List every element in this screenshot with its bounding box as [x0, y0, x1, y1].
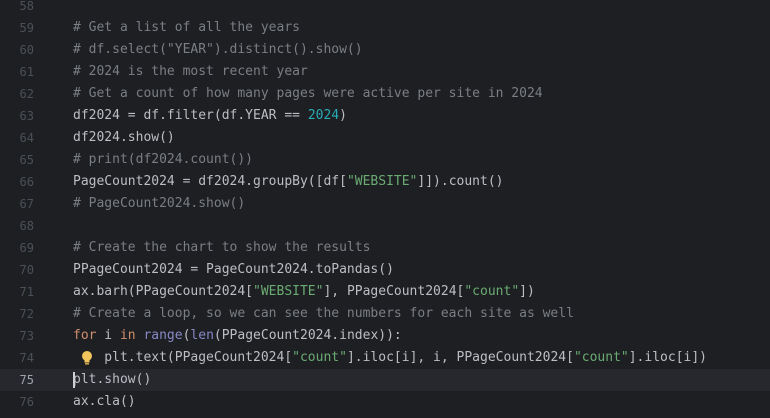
line-number: 60 [19, 43, 34, 57]
code-text[interactable]: plt.show() [73, 369, 151, 391]
code-token-keyword: for [73, 328, 97, 343]
code-token-string: "count" [464, 284, 520, 299]
code-token-plain: ]]).count() [417, 174, 504, 189]
line-number: 70 [19, 263, 34, 277]
code-text[interactable]: # 2024 is the most recent year [73, 61, 308, 83]
line-number: 66 [19, 175, 34, 189]
text-caret [73, 372, 75, 388]
code-token-comment: # Get a list of all the years [73, 20, 300, 35]
line-number: 72 [19, 307, 34, 321]
code-token-plain: ].iloc[i], i, PPageCount2024[ [346, 350, 574, 365]
code-token-string: "WEBSITE" [253, 284, 324, 299]
code-text[interactable]: ax.barh(PPageCount2024["WEBSITE"], PPage… [73, 281, 535, 303]
code-line[interactable]: 74 plt.text(PPageCount2024["count"].iloc… [0, 347, 770, 369]
code-token-builtin: len [190, 328, 214, 343]
line-number: 62 [19, 87, 34, 101]
code-line[interactable]: 68 [0, 215, 770, 237]
line-number: 74 [19, 351, 34, 365]
code-line[interactable]: 64 df2024.show() [0, 127, 770, 149]
code-token-string: "WEBSITE" [346, 174, 418, 189]
code-line[interactable]: 63 df2024 = df.filter(df.YEAR == 2024) [0, 105, 770, 127]
code-token-comment: # 2024 is the most recent year [73, 64, 308, 79]
line-number: 75 [19, 373, 34, 387]
code-text[interactable]: # df.select("YEAR").distinct().show() [73, 39, 363, 61]
code-token-number: 2024 [307, 108, 340, 123]
line-number: 64 [19, 131, 34, 145]
code-token-plain: df2024 = df.filter(df.YEAR == [73, 108, 308, 123]
code-token-comment: # df.select("YEAR").distinct().show() [73, 42, 363, 57]
code-line[interactable]: 67 # PageCount2024.show() [0, 193, 770, 215]
code-token-keyword: in [119, 328, 136, 343]
line-number: 76 [19, 395, 34, 409]
code-text[interactable]: PPageCount2024 = PageCount2024.toPandas(… [73, 259, 394, 281]
code-line[interactable]: 72 # Create a loop, so we can see the num… [0, 303, 770, 325]
code-text[interactable]: df2024.show() [73, 127, 175, 149]
line-number: 68 [19, 219, 34, 233]
line-number: 59 [19, 21, 34, 35]
line-number: 65 [19, 153, 34, 167]
code-text[interactable]: # Create a loop, so we can see the numbe… [73, 303, 574, 325]
code-line[interactable]: 60 # df.select("YEAR").distinct().show() [0, 39, 770, 61]
code-line[interactable]: 61 # 2024 is the most recent year [0, 61, 770, 83]
line-number: 69 [19, 241, 34, 255]
code-token-comment: # Get a count of how many pages were act… [73, 86, 543, 101]
code-token-comment: # Create the chart to show the results [73, 240, 371, 255]
code-text[interactable]: # Get a count of how many pages were act… [73, 83, 543, 105]
code-token-plain: i [96, 328, 120, 343]
code-line[interactable]: 65 # print(df2024.count()) [0, 149, 770, 171]
code-text[interactable]: # Create the chart to show the results [73, 237, 370, 259]
code-token-comment: # PageCount2024.show() [73, 196, 246, 211]
code-token-plain: df2024.show() [73, 130, 175, 145]
code-token-plain: ], PPageCount2024[ [323, 284, 465, 299]
code-token-plain: plt.show() [73, 372, 152, 387]
code-token-plain: (PPageCount2024.index)): [213, 328, 402, 343]
line-number: 63 [19, 109, 34, 123]
code-token-plain: ) [339, 108, 347, 123]
code-line[interactable]: 73 for i in range(len(PPageCount2024.inde… [0, 325, 770, 347]
line-number: 61 [19, 65, 34, 79]
code-line[interactable]: 69 # Create the chart to show the results [0, 237, 770, 259]
code-token-plain: ax.cla() [73, 394, 136, 409]
code-text[interactable]: # Get a list of all the years [73, 17, 300, 39]
code-line[interactable]: 58 [0, 0, 770, 17]
code-line[interactable]: 75 plt.show() [0, 369, 770, 391]
code-token-plain: ]) [519, 284, 535, 299]
code-token-string: "count" [573, 350, 629, 365]
code-token-plain: plt.text(PPageCount2024[ [73, 350, 293, 365]
code-text[interactable]: plt.text(PPageCount2024["count"].iloc[i]… [73, 347, 707, 369]
code-text[interactable]: # print(df2024.count()) [73, 149, 253, 171]
code-token-comment: # print(df2024.count()) [73, 152, 254, 167]
code-text[interactable]: ax.cla() [73, 391, 136, 413]
code-token-plain: PPageCount2024 = PageCount2024.toPandas(… [73, 262, 394, 277]
code-text[interactable]: # PageCount2024.show() [73, 193, 245, 215]
code-line[interactable]: 70 PPageCount2024 = PageCount2024.toPanda… [0, 259, 770, 281]
line-number: 67 [19, 197, 34, 211]
code-text[interactable]: PageCount2024 = df2024.groupBy([df["WEBS… [73, 171, 503, 193]
code-token-string: "count" [292, 350, 347, 365]
code-line[interactable]: 71 ax.barh(PPageCount2024["WEBSITE"], PPa… [0, 281, 770, 303]
code-token-comment: # Create a loop, so we can see the numbe… [73, 306, 574, 321]
line-number: 71 [19, 285, 34, 299]
line-number: 58 [19, 0, 34, 13]
code-text[interactable]: df2024 = df.filter(df.YEAR == 2024) [73, 105, 347, 127]
code-editor[interactable]: 58 59 # Get a list of all the years 60 # df.… [0, 0, 770, 418]
line-number: 73 [19, 329, 34, 343]
code-token-plain: ].iloc[i]) [628, 350, 708, 365]
code-lines[interactable]: 58 59 # Get a list of all the years 60 # df.… [0, 0, 770, 413]
code-line[interactable]: 59 # Get a list of all the years [0, 17, 770, 39]
code-line[interactable]: 66 PageCount2024 = df2024.groupBy([df["WE… [0, 171, 770, 193]
code-line[interactable]: 76 ax.cla() [0, 391, 770, 413]
code-token-plain: PageCount2024 = df2024.groupBy([df[ [73, 174, 347, 189]
code-text[interactable]: for i in range(len(PPageCount2024.index)… [73, 325, 402, 347]
code-token-plain: ax.barh(PPageCount2024[ [73, 284, 254, 299]
lightbulb-icon[interactable] [80, 350, 94, 366]
code-token-builtin: range [143, 328, 183, 343]
code-line[interactable]: 62 # Get a count of how many pages were a… [0, 83, 770, 105]
